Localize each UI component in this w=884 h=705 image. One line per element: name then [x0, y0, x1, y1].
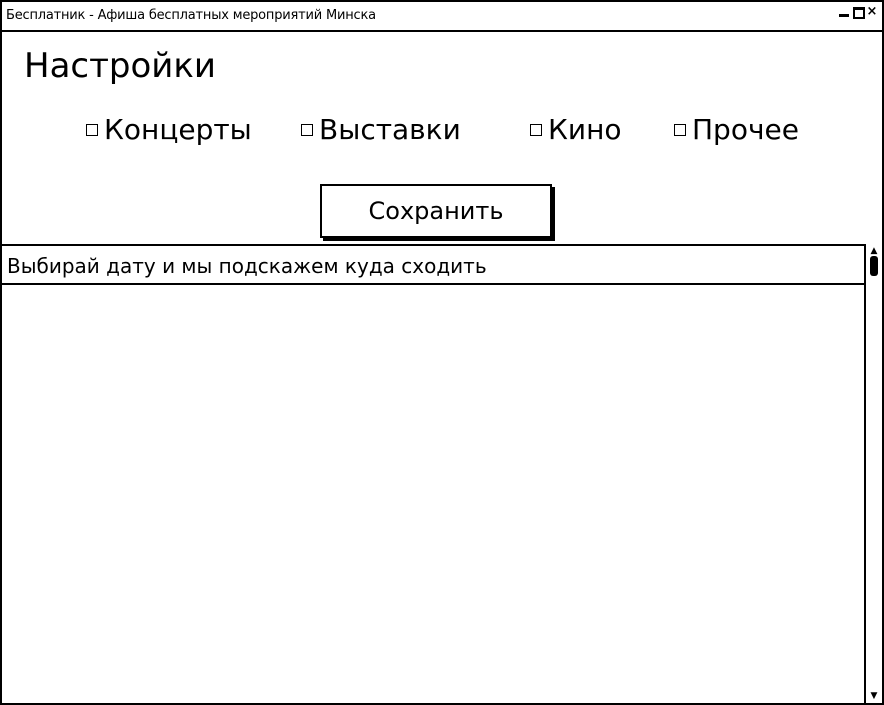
title-bar: Бесплатник - Афиша бесплатных мероприяти… — [2, 2, 882, 32]
events-list[interactable]: Выбирай дату и мы подскажем куда сходить — [2, 244, 866, 705]
category-label: Концерты — [104, 113, 252, 146]
category-label: Прочее — [692, 113, 799, 146]
save-button[interactable]: Сохранить — [320, 184, 552, 238]
window-controls: × — [838, 5, 878, 19]
maximize-icon[interactable] — [852, 5, 865, 19]
category-concerts-checkbox[interactable]: Концерты — [86, 113, 252, 146]
events-list-header: Выбирай дату и мы подскажем куда сходить — [2, 246, 864, 285]
category-label: Выставки — [319, 113, 461, 146]
category-exhibitions-checkbox[interactable]: Выставки — [301, 113, 461, 146]
scroll-thumb[interactable] — [870, 256, 878, 276]
checkbox-icon[interactable] — [86, 123, 98, 136]
category-other-checkbox[interactable]: Прочее — [674, 113, 799, 146]
checkbox-icon[interactable] — [674, 123, 686, 136]
close-icon[interactable]: × — [866, 5, 878, 19]
checkbox-icon[interactable] — [530, 123, 542, 136]
settings-heading: Настройки — [24, 46, 217, 86]
app-window: Бесплатник - Афиша бесплатных мероприяти… — [0, 0, 884, 705]
window-title: Бесплатник - Афиша бесплатных мероприяти… — [6, 8, 376, 23]
minimize-icon[interactable] — [838, 5, 850, 19]
date-hint-text: Выбирай дату и мы подскажем куда сходить — [7, 254, 487, 278]
scroll-down-icon[interactable]: ▼ — [868, 691, 880, 701]
checkbox-icon[interactable] — [301, 123, 313, 136]
category-label: Кино — [548, 113, 622, 146]
category-cinema-checkbox[interactable]: Кино — [530, 113, 622, 146]
scroll-up-icon[interactable]: ▲ — [868, 246, 880, 256]
vertical-scrollbar[interactable]: ▲ ▼ — [866, 244, 882, 703]
